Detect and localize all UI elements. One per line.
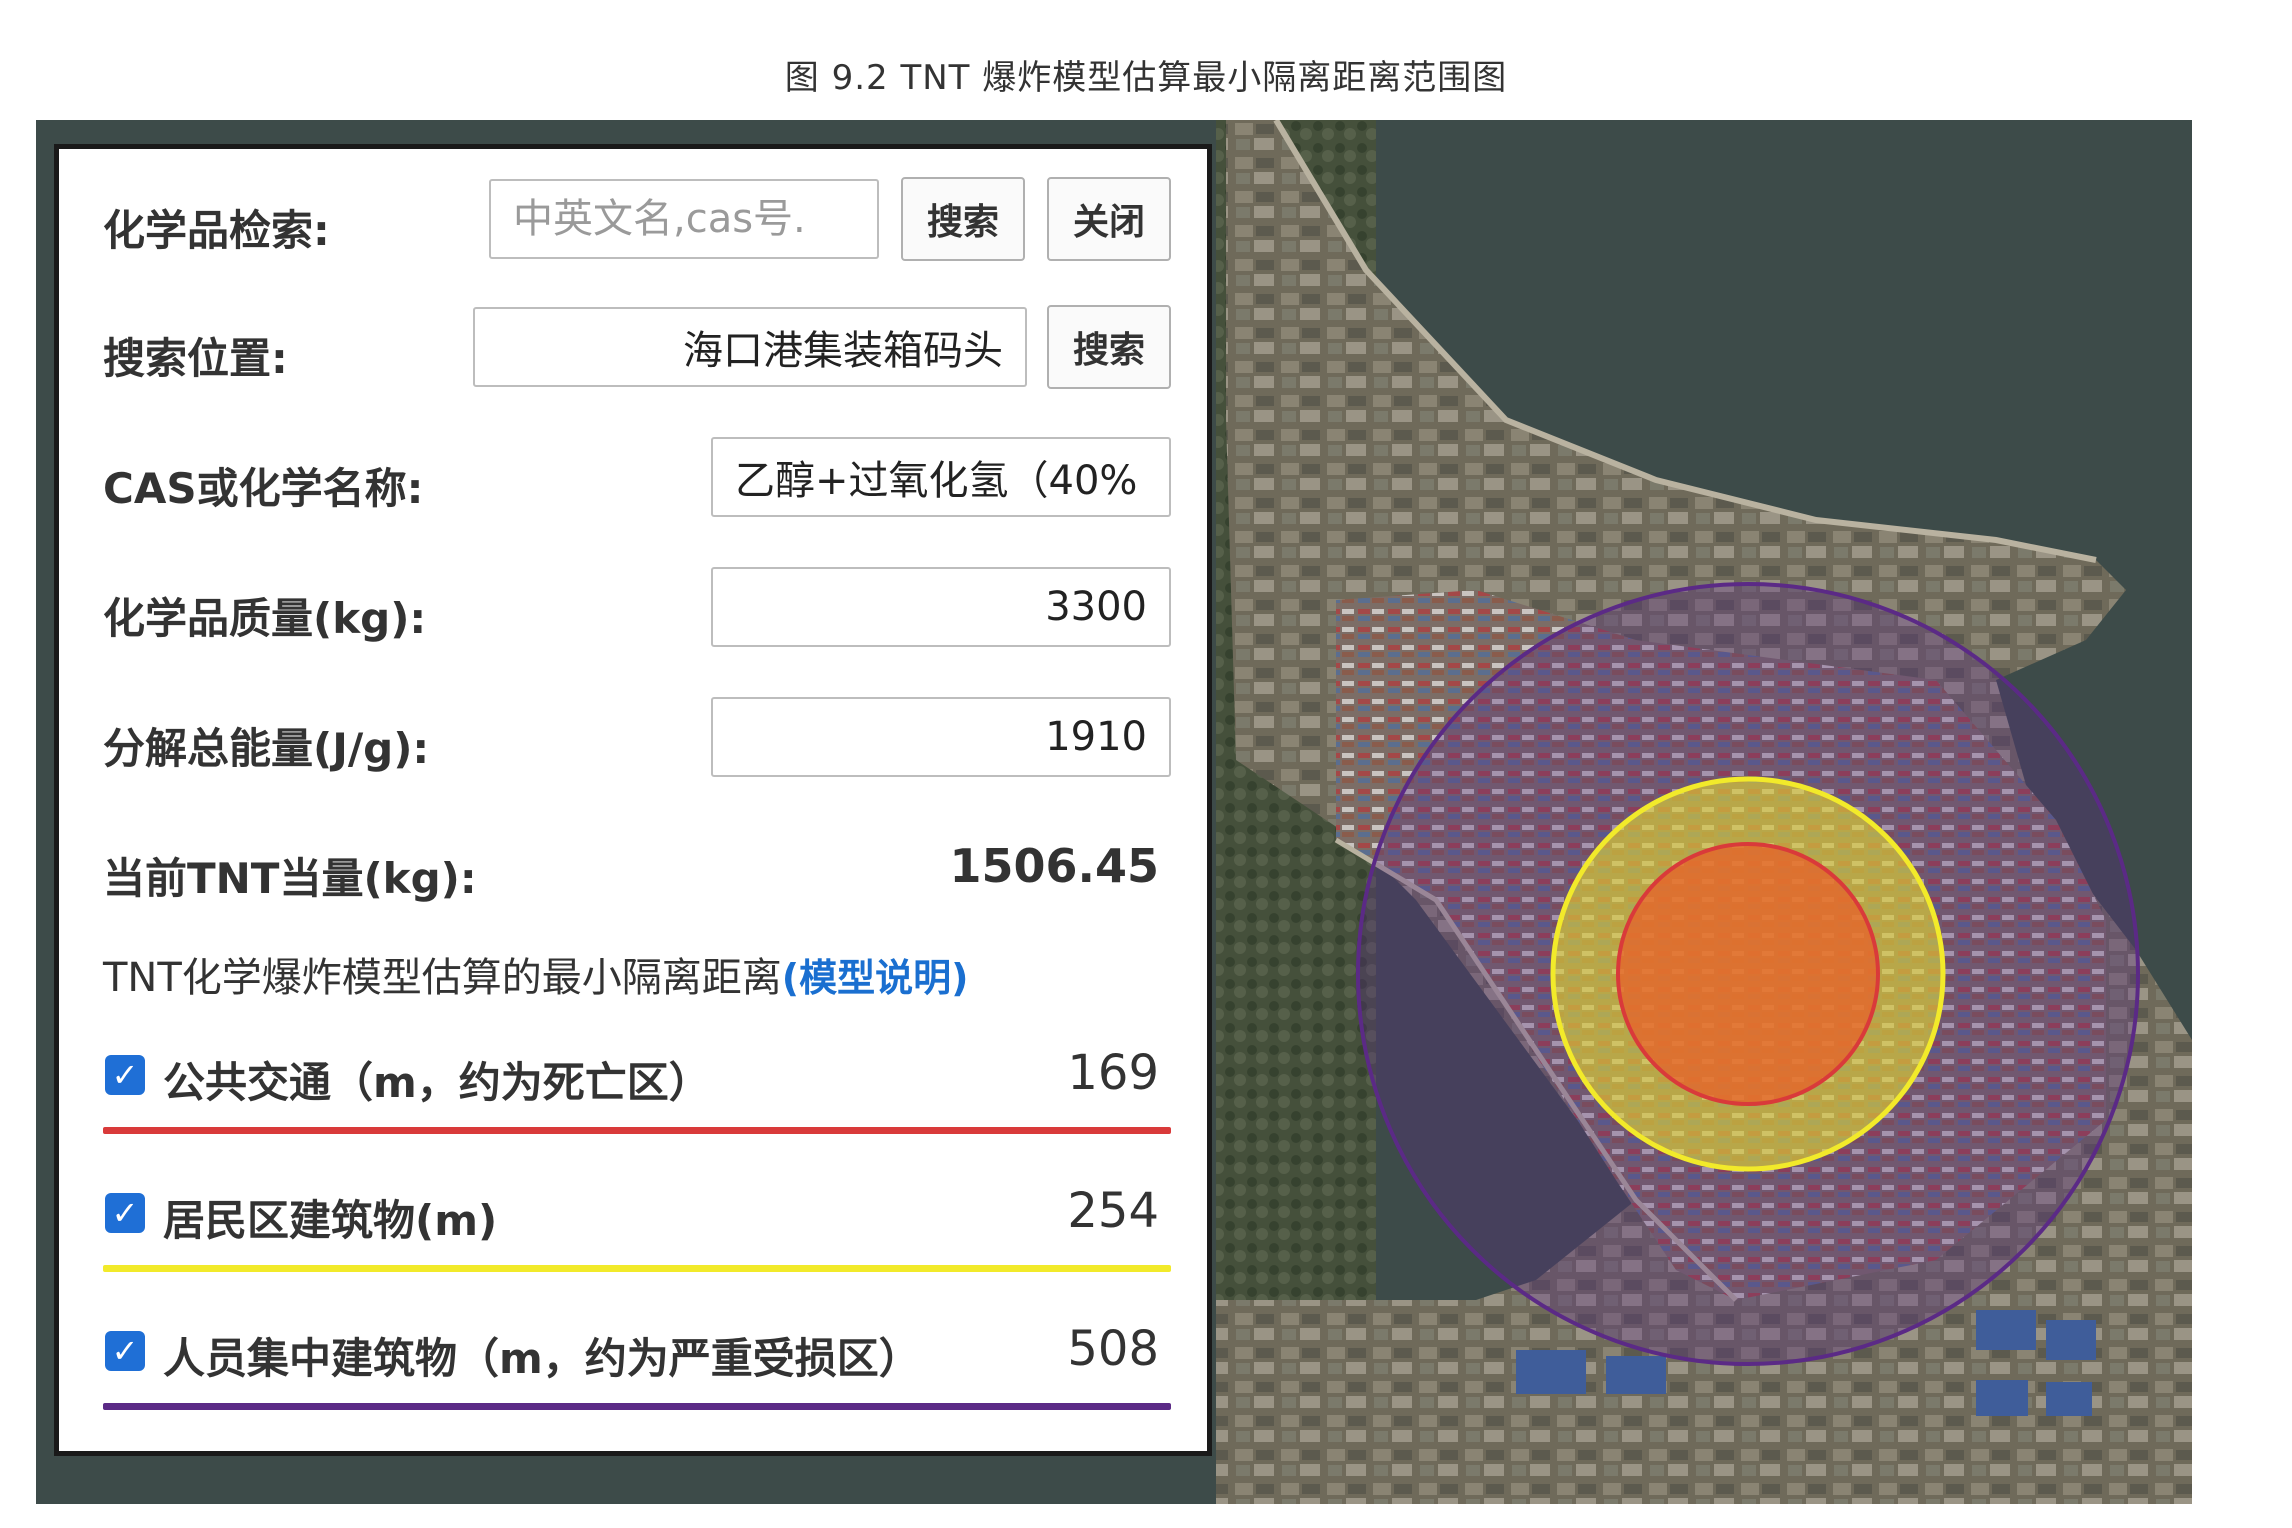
location-label: 搜索位置: <box>103 334 288 383</box>
cas-name-value: 乙醇+过氧化氢（40% <box>735 458 1138 504</box>
crowded-buildings-label: 人员集中建筑物（m，约为严重受损区） <box>163 1334 921 1383</box>
chemical-search-label: 化学品检索: <box>103 206 330 255</box>
crowded-buildings-distance: 508 <box>1067 1321 1159 1377</box>
cas-name-label: CAS或化学名称: <box>103 464 424 513</box>
chemical-search-input[interactable] <box>489 179 879 259</box>
public-transport-color-line <box>103 1127 1171 1134</box>
location-search-button[interactable]: 搜索 <box>1047 305 1171 389</box>
model-title: TNT化学爆炸模型估算的最小隔离距离(模型说明) <box>103 945 969 1003</box>
residential-label: 居民区建筑物(m) <box>163 1196 498 1245</box>
crowded-buildings-checkbox[interactable]: ✓ <box>105 1331 145 1371</box>
energy-input[interactable]: 1910 <box>711 697 1171 777</box>
mass-label: 化学品质量(kg): <box>103 594 427 643</box>
public-transport-distance: 169 <box>1067 1045 1159 1101</box>
model-title-text: TNT化学爆炸模型估算的最小隔离距离 <box>103 955 782 1001</box>
zone-circle-public-transport <box>1616 842 1880 1106</box>
crowded-buildings-color-line <box>103 1403 1171 1410</box>
residential-color-line <box>103 1265 1171 1272</box>
tnt-equivalent-label: 当前TNT当量(kg): <box>103 854 477 903</box>
energy-label: 分解总能量(J/g): <box>103 724 430 773</box>
chemical-search-button[interactable]: 搜索 <box>901 177 1025 261</box>
energy-value: 1910 <box>1045 714 1147 760</box>
public-transport-label: 公共交通（m，约为死亡区） <box>163 1058 711 1107</box>
chemical-explosion-panel: 化学品检索: 搜索 关闭 搜索位置: 海口港集装箱码头 搜索 CAS或化学名称:… <box>54 144 1212 1456</box>
mass-input[interactable]: 3300 <box>711 567 1171 647</box>
location-input-value: 海口港集装箱码头 <box>683 328 1003 374</box>
mass-value: 3300 <box>1045 584 1147 630</box>
residential-checkbox[interactable]: ✓ <box>105 1193 145 1233</box>
cas-name-input[interactable]: 乙醇+过氧化氢（40% <box>711 437 1171 517</box>
residential-distance: 254 <box>1067 1183 1159 1239</box>
location-input[interactable]: 海口港集装箱码头 <box>473 307 1027 387</box>
public-transport-checkbox[interactable]: ✓ <box>105 1055 145 1095</box>
model-explanation-link[interactable]: (模型说明) <box>782 956 969 1000</box>
figure-caption: 图 9.2 TNT 爆炸模型估算最小隔离距离范围图 <box>784 58 1508 98</box>
tnt-equivalent-value: 1506.45 <box>949 839 1159 893</box>
close-button[interactable]: 关闭 <box>1047 177 1171 261</box>
